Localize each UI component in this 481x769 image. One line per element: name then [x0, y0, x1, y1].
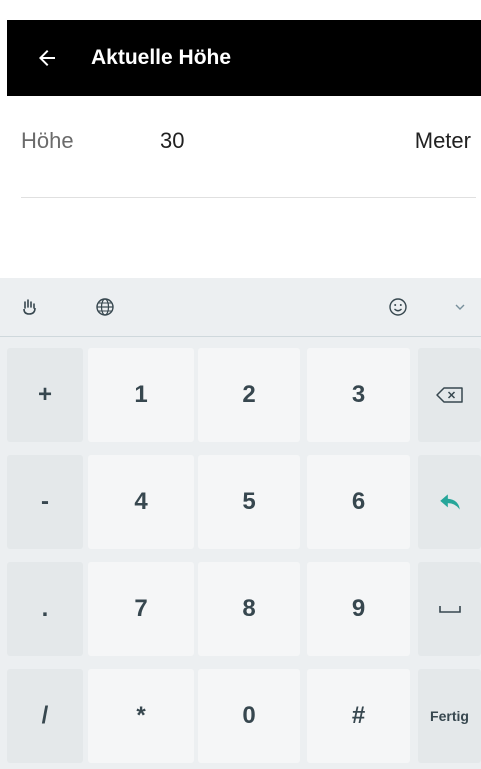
done-key[interactable]: Fertig [418, 669, 481, 763]
key-4[interactable]: 4 [88, 455, 194, 549]
key-dot[interactable]: . [7, 562, 83, 656]
backspace-icon [435, 387, 463, 403]
enter-key[interactable] [418, 455, 481, 549]
app-bar: Aktuelle Höhe [7, 20, 481, 96]
back-arrow-icon[interactable] [35, 46, 59, 70]
key-7[interactable]: 7 [88, 562, 194, 656]
key-9[interactable]: 9 [307, 562, 410, 656]
key-star[interactable]: * [88, 669, 194, 763]
key-3[interactable]: 3 [307, 348, 410, 442]
key-1[interactable]: 1 [88, 348, 194, 442]
space-icon [438, 606, 461, 613]
key-hash[interactable]: # [307, 669, 410, 763]
unit-label[interactable]: Meter [415, 128, 471, 154]
page-title: Aktuelle Höhe [91, 46, 232, 69]
backspace-key[interactable] [418, 348, 481, 442]
space-key[interactable] [418, 562, 481, 656]
numeric-keyboard: + 1 2 3 - 4 5 6 . 7 8 9 / * 0 # Fertig [0, 278, 481, 769]
return-arrow-icon [439, 494, 460, 510]
key-0[interactable]: 0 [198, 669, 300, 763]
height-input[interactable]: 30 [160, 128, 184, 154]
emoji-icon[interactable] [388, 297, 408, 317]
key-plus[interactable]: + [7, 348, 83, 442]
globe-icon[interactable] [95, 297, 115, 317]
keyboard-toolbar [0, 278, 481, 337]
key-6[interactable]: 6 [307, 455, 410, 549]
chevron-down-icon[interactable] [450, 297, 470, 317]
divider [21, 197, 476, 198]
gesture-hand-icon[interactable] [20, 297, 40, 317]
key-5[interactable]: 5 [198, 455, 300, 549]
key-slash[interactable]: / [7, 669, 83, 763]
key-8[interactable]: 8 [198, 562, 300, 656]
key-2[interactable]: 2 [198, 348, 300, 442]
height-label: Höhe [21, 128, 74, 153]
key-minus[interactable]: - [7, 455, 83, 549]
